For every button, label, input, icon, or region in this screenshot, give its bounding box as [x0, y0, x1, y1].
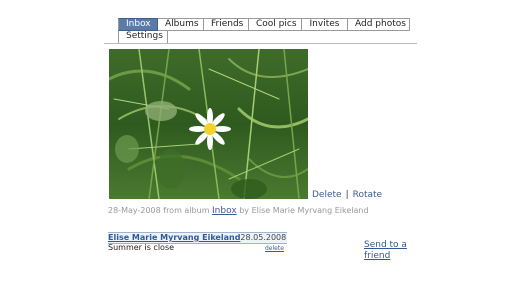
action-separator: |	[345, 190, 349, 200]
album-tabs: Inbox Albums Friends Cool pics Invites A…	[118, 18, 414, 44]
meta-prefix: 28-May-2008 from album	[108, 206, 213, 215]
tab-row-1: Inbox Albums Friends Cool pics Invites A…	[118, 18, 414, 31]
tab-add-photos[interactable]: Add photos	[348, 18, 410, 31]
tab-invites[interactable]: Invites	[302, 18, 348, 31]
tab-cool-pics[interactable]: Cool pics	[249, 18, 302, 31]
tab-friends[interactable]: Friends	[204, 18, 249, 31]
tab-albums[interactable]: Albums	[158, 18, 204, 31]
rotate-photo-link[interactable]: Rotate	[353, 190, 382, 200]
comment-date: 28.05.2008	[240, 233, 287, 242]
tab-inbox[interactable]: Inbox	[118, 18, 158, 31]
photo-image	[109, 49, 308, 199]
photo-daisy[interactable]	[109, 49, 308, 199]
meta-suffix: by Elise Marie Myrvang Eikeland	[236, 206, 369, 215]
tab-divider	[104, 43, 417, 44]
photo-meta: 28-May-2008 from album Inbox by Elise Ma…	[108, 206, 369, 216]
comment-author-link[interactable]: Elise Marie Myrvang Eikeland	[108, 233, 240, 242]
delete-photo-link[interactable]: Delete	[312, 190, 342, 200]
photo-actions: Delete | Rotate	[312, 190, 382, 200]
comment-text: Summer is close	[108, 243, 175, 252]
album-link[interactable]: Inbox	[212, 206, 237, 216]
send-to-friend-link[interactable]: Send to a friend	[364, 240, 424, 262]
comment-delete-link[interactable]: delete	[265, 245, 284, 252]
